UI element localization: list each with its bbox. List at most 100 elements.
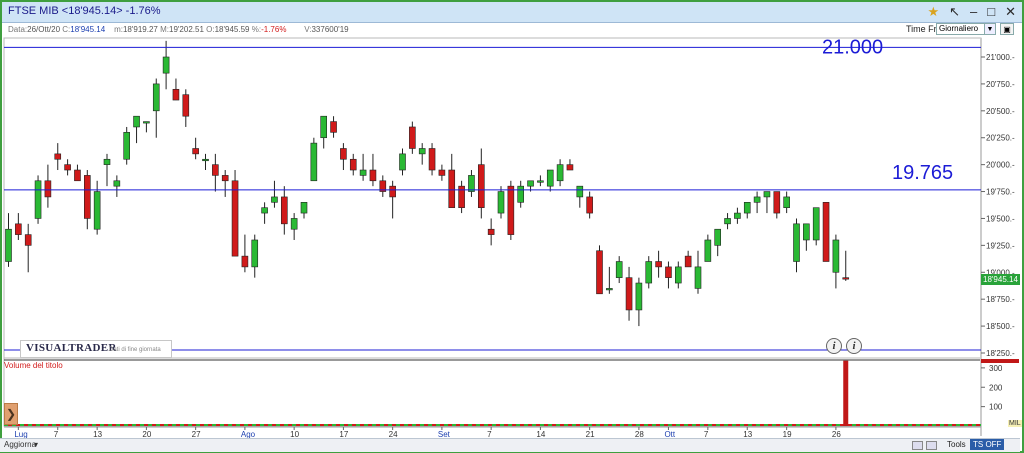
candle-up xyxy=(93,191,101,230)
candle-up xyxy=(812,207,820,241)
candle-up xyxy=(133,115,140,128)
candle-up xyxy=(162,56,170,74)
candle-up xyxy=(497,191,505,214)
price-tick-label: 20'750.- xyxy=(986,80,1015,89)
candle-up xyxy=(635,282,643,311)
tools-button[interactable]: Tools xyxy=(944,439,969,450)
visualtrader-logo: VISUALTRADER Dati di fine giornata xyxy=(20,340,172,358)
candle-down xyxy=(24,234,32,246)
price-panel xyxy=(3,37,982,359)
candle-down xyxy=(74,169,81,182)
candle-up xyxy=(753,196,761,203)
candle-up xyxy=(123,132,130,160)
candle-down xyxy=(596,250,603,295)
candle-up xyxy=(261,207,268,214)
current-price-badge: 18'945.14 xyxy=(981,274,1020,285)
candle-up xyxy=(803,223,810,241)
candle-down xyxy=(192,148,199,155)
volume-tick-label: 100 xyxy=(989,403,1003,412)
candle-down xyxy=(507,185,515,235)
candle-up xyxy=(537,180,544,183)
candle-down xyxy=(54,153,62,160)
candle-down xyxy=(458,185,465,208)
candle-up xyxy=(527,180,534,187)
price-tick-label: 18'500.- xyxy=(986,322,1015,331)
candle-up xyxy=(34,180,42,219)
info-icon[interactable]: i xyxy=(826,338,842,354)
candle-down xyxy=(822,202,830,262)
candle-up xyxy=(704,239,712,262)
candle-up xyxy=(694,266,702,289)
candle-up xyxy=(468,175,475,192)
candle-up xyxy=(359,169,367,176)
window-icon[interactable] xyxy=(912,441,923,450)
candle-down xyxy=(428,148,436,171)
window-icon[interactable] xyxy=(926,441,937,450)
price-tick-label: 18'250.- xyxy=(986,349,1015,358)
candle-down xyxy=(182,94,190,117)
candle-up xyxy=(714,228,722,246)
candle-down xyxy=(665,266,672,278)
candle-down xyxy=(212,164,219,176)
refresh-button[interactable]: Aggiorna xyxy=(4,440,36,449)
candle-down xyxy=(389,185,396,198)
candle-up xyxy=(606,288,613,291)
candle-down xyxy=(330,121,337,133)
price-tick-label: 21'000.- xyxy=(986,53,1015,62)
candle-up xyxy=(783,196,790,208)
candle-up xyxy=(290,218,298,230)
candle-down xyxy=(487,228,495,235)
expand-panel-icon[interactable]: ❯ xyxy=(4,403,18,425)
candle-up xyxy=(556,164,564,182)
level-label-lower: 19.765 xyxy=(892,162,953,184)
candle-up xyxy=(724,218,731,225)
price-chart: 21.000 19.765 21'000.- 20'750.- 20'500.- 20'… xyxy=(3,36,1019,439)
volume-axis-marker xyxy=(981,359,1019,363)
candle-up xyxy=(399,153,406,171)
candle-up xyxy=(113,180,121,187)
candle-down xyxy=(172,88,180,101)
price-tick-label: 20'250.- xyxy=(986,134,1015,143)
price-tick-label: 19'250.- xyxy=(986,241,1015,250)
candle-down xyxy=(655,261,662,268)
ts-off-button[interactable]: TS OFF xyxy=(970,439,1005,450)
price-tick-label: 18'750.- xyxy=(986,295,1015,304)
candle-up xyxy=(300,202,308,214)
candle-up xyxy=(310,142,318,182)
candle-down xyxy=(842,277,850,280)
volume-bar xyxy=(843,360,849,426)
candle-down xyxy=(340,148,347,160)
candle-up xyxy=(517,185,525,203)
candle-down xyxy=(44,180,52,198)
candle-down xyxy=(409,126,416,149)
candle-up xyxy=(615,261,623,278)
candle-down xyxy=(84,175,91,219)
candle-down xyxy=(625,277,633,311)
candle-down xyxy=(369,169,377,182)
candle-up xyxy=(418,148,426,155)
candle-down xyxy=(349,158,357,171)
candle-down xyxy=(438,169,446,176)
candle-down xyxy=(773,191,781,214)
level-label-upper: 21.000 xyxy=(822,36,883,58)
chevron-down-icon[interactable]: ▾ xyxy=(34,440,38,449)
candle-down xyxy=(15,223,22,235)
candle-up xyxy=(546,169,554,187)
candle-down xyxy=(241,255,249,268)
candle-down xyxy=(448,169,456,208)
candle-up xyxy=(271,196,278,203)
candle-up xyxy=(251,239,259,268)
candle-up xyxy=(674,266,682,284)
logo-subtitle: Dati di fine giornata xyxy=(109,347,161,353)
candle-up xyxy=(103,158,111,165)
candle-up xyxy=(763,191,771,198)
candle-down xyxy=(280,196,288,225)
candle-up xyxy=(793,223,800,262)
candle-down xyxy=(684,255,692,268)
candle-up xyxy=(5,228,12,262)
volume-tick-label: 200 xyxy=(989,383,1003,392)
price-tick-label: 20'000.- xyxy=(986,161,1015,170)
candle-up xyxy=(832,239,840,273)
info-icon[interactable]: i xyxy=(846,338,862,354)
volume-unit: MIL xyxy=(1008,420,1022,427)
